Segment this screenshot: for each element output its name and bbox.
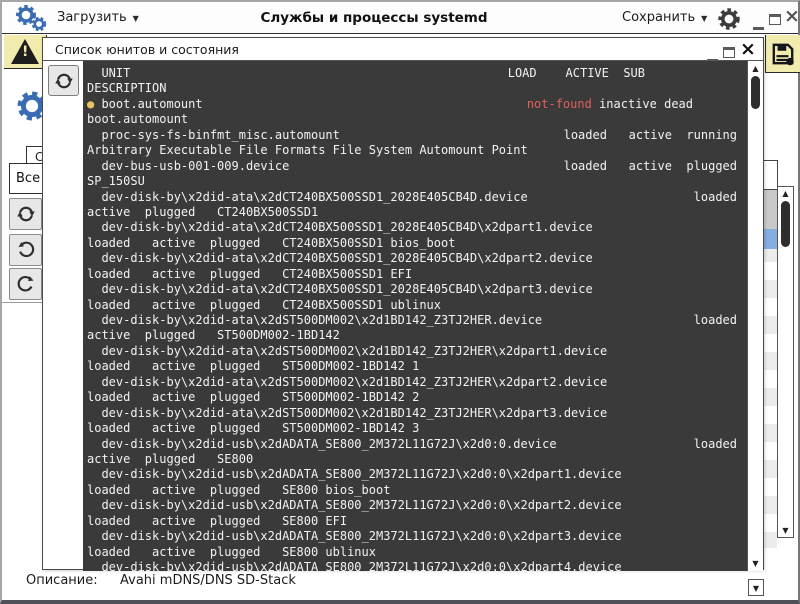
toolbar: Загрузить ▼ Службы и процессы systemd Со… bbox=[2, 2, 798, 34]
close-icon: × bbox=[784, 5, 800, 27]
console-line: dev-disk-by\x2did-usb\x2dADATA_SE800_2M3… bbox=[87, 560, 749, 571]
reload-button[interactable] bbox=[9, 268, 42, 300]
console-line: dev-disk-by\x2did-usb\x2dADATA_SE800_2M3… bbox=[87, 498, 749, 513]
dialog-maximize-button[interactable] bbox=[723, 43, 735, 62]
scroll-down-icon: ▼ bbox=[753, 584, 759, 593]
console-line: dev-disk-by\x2did-usb\x2dADATA_SE800_2M3… bbox=[87, 529, 749, 544]
close-button[interactable]: × bbox=[784, 7, 800, 26]
dialog-close-button[interactable]: × bbox=[740, 40, 756, 59]
maximize-icon bbox=[769, 14, 781, 25]
console-line: loaded active plugged SE800 ublinux bbox=[87, 545, 749, 560]
warning-button[interactable]: ! bbox=[4, 35, 47, 69]
console-line: dev-disk-by\x2did-usb\x2dADATA_SE800_2M3… bbox=[87, 467, 749, 482]
console-line: Arbitrary Executable File Formats File S… bbox=[87, 143, 749, 158]
console-line: loaded active plugged CT240BX500SSD1 ubl… bbox=[87, 298, 749, 313]
minimize-button[interactable] bbox=[753, 15, 764, 34]
console-line: proc-sys-fs-binfmt_misc.automountloaded … bbox=[87, 128, 749, 143]
console-output[interactable]: UNITLOAD ACTIVE SUBDESCRIPTION● boot.aut… bbox=[83, 61, 749, 571]
main-window: Загрузить ▼ Службы и процессы systemd Со… bbox=[0, 0, 800, 604]
console-line: dev-disk-by\x2did-ata\x2dCT240BX500SSD1_… bbox=[87, 282, 749, 297]
console-line: loaded active plugged SE800 bios_boot bbox=[87, 483, 749, 498]
console-line: dev-disk-by\x2did-ata\x2dST500DM002\x2d1… bbox=[87, 406, 749, 421]
console-line: active plugged ST500DM002-1BD142 bbox=[87, 328, 749, 343]
console-line: dev-bus-usb-001-009.deviceloaded active … bbox=[87, 159, 749, 174]
refresh-icon bbox=[16, 204, 36, 224]
scroll-down-icon[interactable]: ▼ bbox=[778, 526, 793, 535]
refresh-icon bbox=[54, 71, 74, 91]
dialog-vertical-scrollbar[interactable]: ▲ ▼ bbox=[747, 61, 763, 571]
dialog-titlebar[interactable]: Список юнитов и состояния × bbox=[43, 38, 763, 61]
console-line: boot.automount bbox=[87, 112, 749, 127]
description-value: Avahi mDNS/DNS SD-Stack bbox=[120, 573, 296, 588]
dialog-title: Список юнитов и состояния bbox=[55, 42, 239, 57]
console-line: dev-disk-by\x2did-ata\x2dST500DM002\x2d1… bbox=[87, 344, 749, 359]
hidden-table-scroll-down[interactable]: ▼ bbox=[748, 579, 764, 596]
console-line: loaded active plugged CT240BX500SSD1 bio… bbox=[87, 236, 749, 251]
console-line: loaded active plugged CT240BX500SSD1 EFI bbox=[87, 267, 749, 282]
scrollbar-thumb[interactable] bbox=[751, 76, 760, 109]
warning-exclamation: ! bbox=[22, 44, 28, 60]
console-line: active plugged SE800 bbox=[87, 452, 749, 467]
console-line: dev-disk-by\x2did-ata\x2dCT240BX500SSD1_… bbox=[87, 220, 749, 235]
scrollbar-thumb[interactable] bbox=[781, 201, 790, 247]
maximize-icon bbox=[723, 47, 735, 58]
scroll-down-icon[interactable]: ▼ bbox=[748, 559, 763, 568]
history-icon bbox=[16, 240, 36, 260]
console-line: loaded active plugged ST500DM002-1BD142 … bbox=[87, 359, 749, 374]
settings-gear-icon[interactable] bbox=[716, 6, 742, 32]
dialog-refresh-button[interactable] bbox=[48, 65, 79, 96]
reload-icon bbox=[16, 274, 36, 294]
maximize-button[interactable] bbox=[769, 10, 781, 29]
save-file-button[interactable] bbox=[765, 35, 800, 73]
panel-divider bbox=[2, 302, 42, 303]
history-button[interactable] bbox=[9, 234, 42, 266]
console-line: dev-disk-by\x2did-ata\x2dST500DM002\x2d1… bbox=[87, 375, 749, 390]
description-label: Описание: bbox=[26, 573, 98, 588]
console-line: DESCRIPTION bbox=[87, 81, 749, 96]
console-line: dev-disk-by\x2did-ata\x2dCT240BX500SSD1_… bbox=[87, 190, 749, 205]
chevron-down-icon: ▼ bbox=[701, 12, 707, 23]
close-icon: × bbox=[740, 38, 756, 60]
scroll-up-icon[interactable]: ▲ bbox=[748, 64, 763, 73]
save-menu-label: Сохранить bbox=[622, 10, 695, 25]
console-line: dev-disk-by\x2did-usb\x2dADATA_SE800_2M3… bbox=[87, 437, 749, 452]
console-line: loaded active plugged SE800 EFI bbox=[87, 514, 749, 529]
console-line: dev-disk-by\x2did-ata\x2dST500DM002\x2d1… bbox=[87, 313, 749, 328]
console-line: dev-disk-by\x2did-ata\x2dCT240BX500SSD1_… bbox=[87, 251, 749, 266]
refresh-button[interactable] bbox=[9, 198, 42, 230]
console-line: ● boot.automountnot-found inactive dead bbox=[87, 97, 749, 112]
console-line: active plugged CT240BX500SSD1 bbox=[87, 205, 749, 220]
scroll-up-icon[interactable]: ▲ bbox=[778, 189, 793, 198]
units-dialog: Список юнитов и состояния × UNITLOAD ACT… bbox=[42, 37, 764, 570]
minimize-icon bbox=[753, 27, 764, 30]
filter-value: Все bbox=[16, 171, 40, 186]
save-floppy-icon bbox=[770, 41, 796, 67]
console-line: SP_150SU bbox=[87, 174, 749, 189]
save-menu-button[interactable]: Сохранить ▼ bbox=[622, 10, 707, 25]
main-vertical-scrollbar[interactable]: ▲ ▼ bbox=[777, 186, 794, 538]
console-line: loaded active plugged ST500DM002-1BD142 … bbox=[87, 421, 749, 436]
console-line: UNITLOAD ACTIVE SUB bbox=[87, 66, 749, 81]
console-line: loaded active plugged ST500DM002-1BD142 … bbox=[87, 390, 749, 405]
